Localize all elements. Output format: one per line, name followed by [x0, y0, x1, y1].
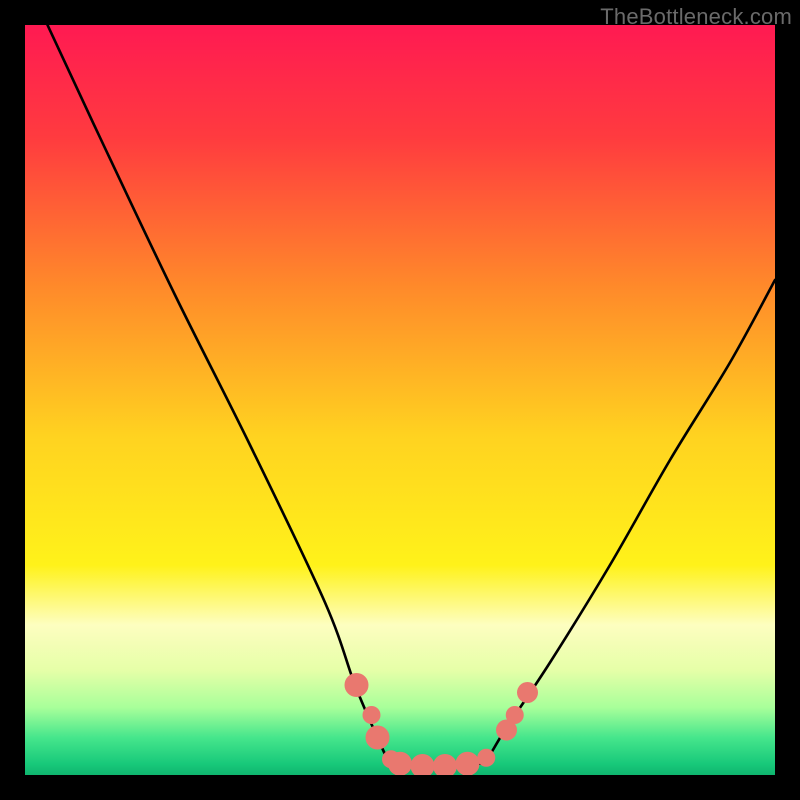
data-marker: [477, 749, 495, 767]
chart-frame: TheBottleneck.com: [0, 0, 800, 800]
data-marker: [456, 752, 480, 775]
data-marker: [366, 726, 390, 750]
chart-background: [25, 25, 775, 775]
data-marker: [388, 752, 412, 775]
data-marker: [345, 673, 369, 697]
bottleneck-chart: [25, 25, 775, 775]
data-marker: [506, 706, 524, 724]
data-marker: [517, 682, 538, 703]
data-marker: [363, 706, 381, 724]
